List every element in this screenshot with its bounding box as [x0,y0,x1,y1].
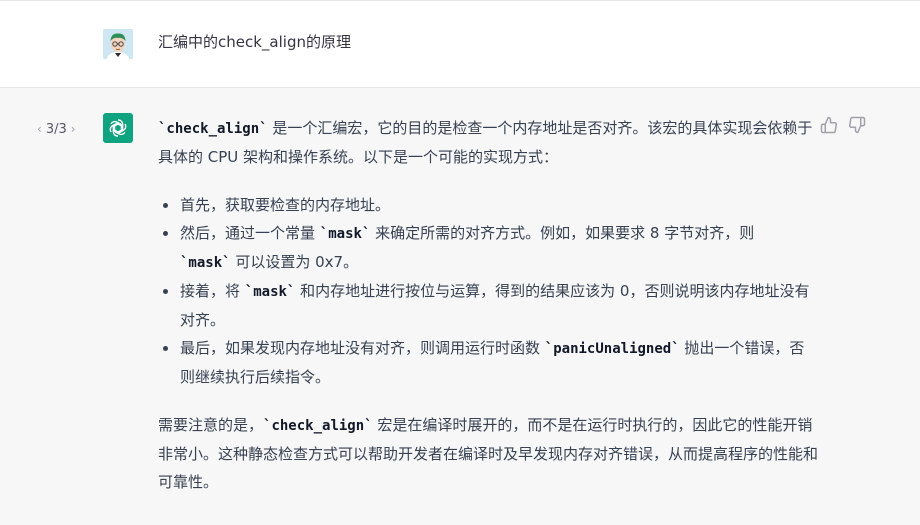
inline-code: `mask` [180,255,231,271]
assistant-answer: `check_align` 是一个汇编宏，它的目的是检查一个内存地址是否对齐。该… [158,114,818,496]
thumbs-down-icon[interactable] [848,116,866,134]
inline-code: `check_align` [263,418,373,434]
inline-code: `check_align` [158,121,268,137]
list-item: 首先，获取要检查的内存地址。 [158,191,818,219]
response-pager: ‹ 3/3 › [37,119,76,139]
chevron-left-icon[interactable]: ‹ [37,122,42,136]
answer-conclusion: 需要注意的是，`check_align` 宏是在编译时展开的，而不是在运行时执行… [158,416,819,491]
openai-logo-icon [103,113,133,143]
list-item: 然后，通过一个常量 `mask` 来确定所需的对齐方式。例如，如果要求 8 字节… [158,219,818,277]
inline-code: `panicUnaligned` [544,341,680,357]
answer-intro: `check_align` 是一个汇编宏，它的目的是检查一个内存地址是否对齐。该… [158,119,813,166]
list-item: 接着，将 `mask` 和内存地址进行按位与运算，得到的结果应该为 0，否则说明… [158,277,818,334]
assistant-message-row: ‹ 3/3 › `check_align` 是一个汇编宏，它的目的是检查一个内存… [0,88,920,525]
answer-steps-list: 首先，获取要检查的内存地址。 然后，通过一个常量 `mask` 来确定所需的对齐… [158,191,818,391]
inline-code: `mask` [319,226,371,242]
pager-count: 3/3 [45,121,67,137]
user-avatar-icon [103,29,133,59]
chat-page: 汇编中的check_align的原理 ‹ 3/3 › `check_align`… [0,0,920,525]
chevron-right-icon[interactable]: › [71,122,76,136]
list-item: 最后，如果发现内存地址没有对齐，则调用运行时函数 `panicUnaligned… [158,334,818,391]
user-message-text: 汇编中的check_align的原理 [158,33,351,51]
thumbs-up-icon[interactable] [820,116,838,134]
inline-code: `mask` [244,284,296,300]
user-message-row: 汇编中的check_align的原理 [0,0,920,88]
feedback-buttons [820,116,866,134]
